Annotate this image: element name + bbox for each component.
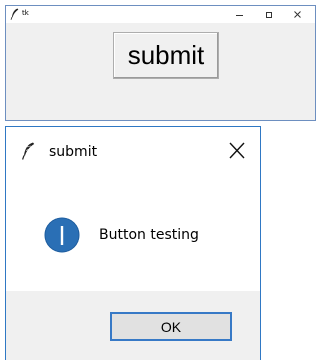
minimize-button[interactable] (226, 6, 253, 23)
close-icon[interactable] (225, 140, 249, 162)
feather-icon (10, 8, 19, 20)
dialog-title: submit (49, 144, 98, 160)
minimize-icon (236, 15, 243, 16)
message-dialog: submit Button testing OK (5, 126, 261, 360)
maximize-button[interactable] (255, 6, 282, 23)
dialog-footer: OK (6, 291, 260, 360)
ok-button[interactable]: OK (110, 312, 232, 341)
dialog-body: Button testing (6, 171, 260, 291)
close-icon (294, 11, 301, 18)
close-button[interactable] (284, 6, 311, 23)
window-title: tk (22, 9, 29, 17)
dialog-titlebar[interactable]: submit (6, 127, 260, 171)
main-window: tk submit (5, 5, 316, 121)
info-icon (44, 217, 80, 253)
main-client-area: submit (6, 23, 315, 120)
submit-button[interactable]: submit (113, 32, 219, 79)
dialog-message: Button testing (99, 227, 199, 243)
screen: tk submit submit Button testing OK (0, 0, 321, 360)
main-titlebar[interactable]: tk (6, 6, 315, 23)
feather-icon (22, 142, 35, 160)
maximize-icon (265, 11, 272, 18)
